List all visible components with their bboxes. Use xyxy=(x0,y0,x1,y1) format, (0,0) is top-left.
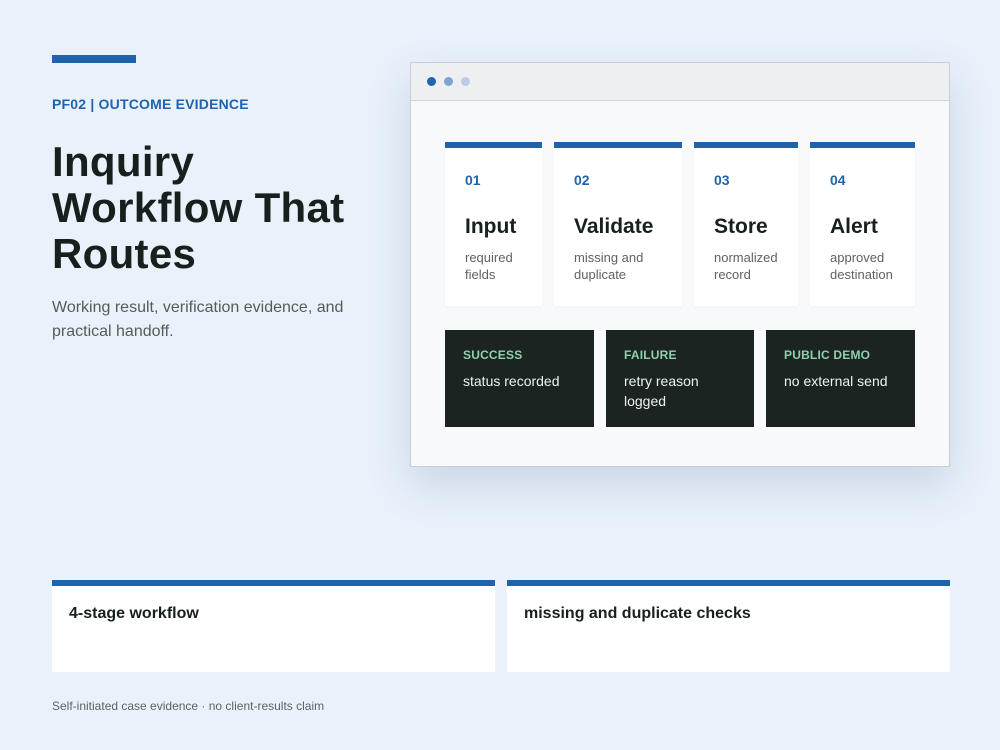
status-text: retry reason logged xyxy=(624,373,699,409)
status-label: FAILURE xyxy=(624,348,677,362)
stage-number: 04 xyxy=(830,172,846,188)
stage-card-alert: 04 Alert approved destination xyxy=(810,142,915,306)
stage-description: required fields xyxy=(465,250,513,282)
window-dot-icon xyxy=(427,77,436,86)
summary-card-workflow: 4-stage workflow xyxy=(52,580,495,672)
accent-bar xyxy=(52,55,136,63)
stage-card-validate: 02 Validate missing and duplicate xyxy=(554,142,682,306)
window-dot-icon xyxy=(461,77,470,86)
summary-card-text: 4-stage workflow xyxy=(69,605,199,622)
summary-card-text: missing and duplicate checks xyxy=(524,605,751,622)
stage-description: normalized record xyxy=(714,250,778,282)
footnote: Self-initiated case evidence · no client… xyxy=(52,699,325,713)
summary-card-checks: missing and duplicate checks xyxy=(507,580,950,672)
stage-name: Store xyxy=(714,215,768,238)
status-text: status recorded xyxy=(463,373,560,389)
stage-number: 01 xyxy=(465,172,481,188)
page-subtitle: Working result, verification evidence, a… xyxy=(52,299,344,340)
stage-name: Validate xyxy=(574,215,654,238)
stage-card-store: 03 Store normalized record xyxy=(694,142,798,306)
status-panel-failure: FAILURE retry reason logged xyxy=(606,330,754,427)
eyebrow-label: PF02 | OUTCOME EVIDENCE xyxy=(52,96,249,112)
status-panel-public-demo: PUBLIC DEMO no external send xyxy=(766,330,915,427)
status-panel-success: SUCCESS status recorded xyxy=(445,330,594,427)
workflow-window: 01 Input required fields 02 Validate mis… xyxy=(410,62,950,467)
status-label: SUCCESS xyxy=(463,348,523,362)
stage-number: 02 xyxy=(574,172,590,188)
window-titlebar xyxy=(411,63,949,101)
stage-name: Alert xyxy=(830,215,878,238)
stage-name: Input xyxy=(465,215,517,238)
stage-card-input: 01 Input required fields xyxy=(445,142,542,306)
page-title: Inquiry Workflow That Routes xyxy=(52,138,345,277)
status-text: no external send xyxy=(784,373,888,389)
stage-number: 03 xyxy=(714,172,730,188)
window-dot-icon xyxy=(444,77,453,86)
stage-description: approved destination xyxy=(830,250,893,282)
status-label: PUBLIC DEMO xyxy=(784,348,871,362)
stage-description: missing and duplicate xyxy=(574,250,644,282)
